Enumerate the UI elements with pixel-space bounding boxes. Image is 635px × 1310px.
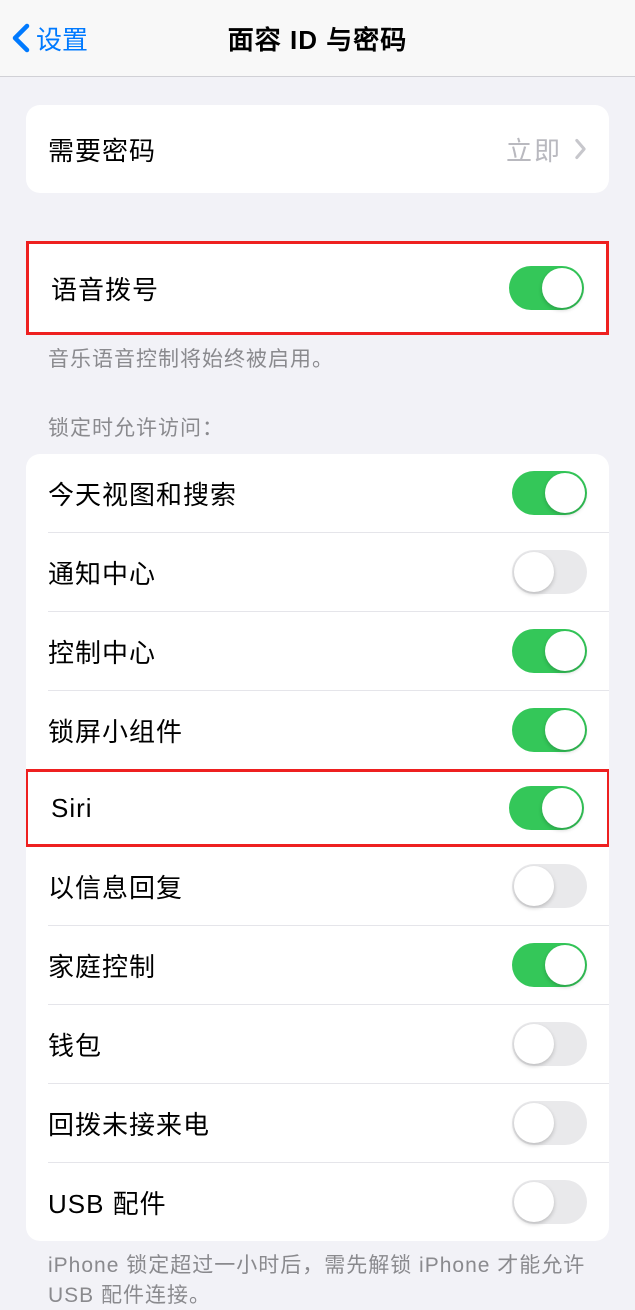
voice-dial-row: 语音拨号 xyxy=(29,244,606,332)
require-passcode-label: 需要密码 xyxy=(48,131,156,168)
page-title: 面容 ID 与密码 xyxy=(228,20,407,57)
lock-row-label: USB 配件 xyxy=(48,1184,167,1221)
require-passcode-value: 立即 xyxy=(506,131,562,168)
lock-row-usb-配件: USB 配件 xyxy=(26,1163,609,1241)
lock-toggle-控制中心[interactable] xyxy=(512,629,587,673)
lock-row-回拨未接来电: 回拨未接来电 xyxy=(26,1084,609,1162)
lock-toggle-usb-配件[interactable] xyxy=(512,1180,587,1224)
chevron-right-icon xyxy=(574,138,587,160)
voice-dial-toggle[interactable] xyxy=(509,266,584,310)
lock-toggle-锁屏小组件[interactable] xyxy=(512,708,587,752)
lock-toggle-家庭控制[interactable] xyxy=(512,943,587,987)
lock-row-label: Siri xyxy=(51,793,93,824)
section-voice-dial: 语音拨号 音乐语音控制将始终被启用。 xyxy=(0,241,635,374)
lock-row-label: 通知中心 xyxy=(48,554,156,591)
voice-dial-footer: 音乐语音控制将始终被启用。 xyxy=(0,335,635,374)
toggle-knob xyxy=(514,1182,554,1222)
lock-row-label: 回拨未接来电 xyxy=(48,1105,210,1142)
toggle-knob xyxy=(545,631,585,671)
toggle-knob xyxy=(514,1103,554,1143)
lock-row-锁屏小组件: 锁屏小组件 xyxy=(26,691,609,769)
lock-row-家庭控制: 家庭控制 xyxy=(26,926,609,1004)
card-voice-dial: 语音拨号 xyxy=(26,241,609,335)
lock-toggle-siri[interactable] xyxy=(509,786,584,830)
toggle-knob xyxy=(514,552,554,592)
section-require-passcode: 需要密码 立即 xyxy=(0,105,635,193)
lock-row-以信息回复: 以信息回复 xyxy=(26,847,609,925)
lock-access-header: 锁定时允许访问： xyxy=(0,412,635,454)
lock-toggle-今天视图和搜索[interactable] xyxy=(512,471,587,515)
lock-row-label: 钱包 xyxy=(48,1026,102,1063)
lock-row-label: 家庭控制 xyxy=(48,947,156,984)
toggle-knob xyxy=(545,710,585,750)
toggle-knob xyxy=(545,945,585,985)
chevron-left-icon xyxy=(12,23,30,53)
lock-row-label: 以信息回复 xyxy=(48,868,183,905)
section-lock-access: 锁定时允许访问： 今天视图和搜索 通知中心 控制中心 锁屏小组件 Siri xyxy=(0,412,635,1310)
lock-row-控制中心: 控制中心 xyxy=(26,612,609,690)
lock-row-label: 今天视图和搜索 xyxy=(48,475,237,512)
toggle-knob xyxy=(545,473,585,513)
toggle-knob xyxy=(542,268,582,308)
card-require-passcode: 需要密码 立即 xyxy=(26,105,609,193)
toggle-knob xyxy=(542,788,582,828)
require-passcode-row[interactable]: 需要密码 立即 xyxy=(26,105,609,193)
lock-toggle-回拨未接来电[interactable] xyxy=(512,1101,587,1145)
lock-row-今天视图和搜索: 今天视图和搜索 xyxy=(26,454,609,532)
content: 需要密码 立即 语音拨号 音乐语音控制将始终被启用。 锁定时允许访问： xyxy=(0,105,635,1310)
lock-toggle-以信息回复[interactable] xyxy=(512,864,587,908)
back-label: 设置 xyxy=(36,20,88,57)
require-passcode-value-group: 立即 xyxy=(506,131,587,168)
card-lock-access: 今天视图和搜索 通知中心 控制中心 锁屏小组件 Siri xyxy=(26,454,609,1241)
toggle-knob xyxy=(514,1024,554,1064)
voice-dial-label: 语音拨号 xyxy=(51,270,159,307)
highlight-wrapper-siri: Siri xyxy=(26,769,609,847)
lock-row-label: 锁屏小组件 xyxy=(48,712,183,749)
lock-toggle-通知中心[interactable] xyxy=(512,550,587,594)
lock-row-通知中心: 通知中心 xyxy=(26,533,609,611)
lock-row-label: 控制中心 xyxy=(48,633,156,670)
toggle-knob xyxy=(514,866,554,906)
nav-bar: 设置 面容 ID 与密码 xyxy=(0,0,635,77)
back-button[interactable]: 设置 xyxy=(12,20,88,57)
lock-row-siri: Siri xyxy=(28,772,607,844)
lock-access-footer: iPhone 锁定超过一小时后，需先解锁 iPhone 才能允许 USB 配件连… xyxy=(0,1241,635,1310)
lock-toggle-钱包[interactable] xyxy=(512,1022,587,1066)
lock-row-钱包: 钱包 xyxy=(26,1005,609,1083)
